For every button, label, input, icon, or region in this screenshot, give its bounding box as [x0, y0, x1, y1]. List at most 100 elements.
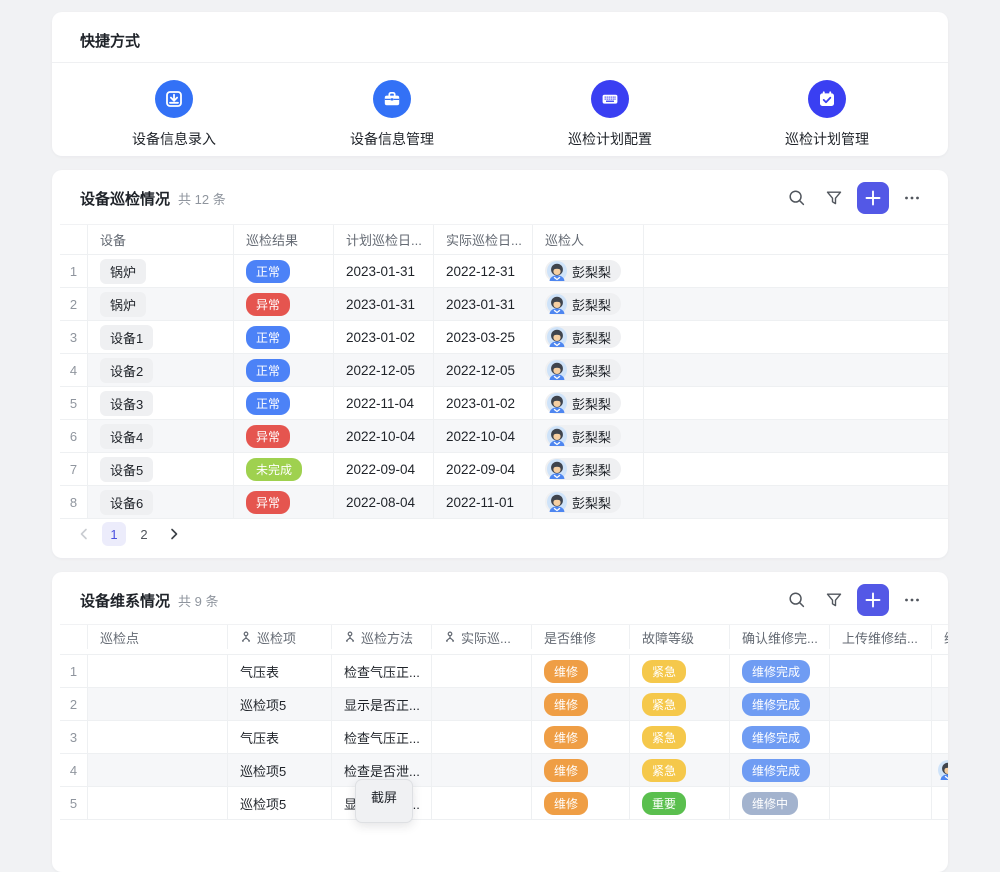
shortcut-4[interactable]: 巡检计划管理 — [757, 80, 897, 149]
row-number: 5 — [60, 787, 88, 819]
row-number: 1 — [60, 255, 88, 287]
column-header: 故障等级 — [630, 625, 730, 649]
row-number: 3 — [60, 721, 88, 753]
table-row[interactable]: 1锅炉正常2023-01-312022-12-31彭梨梨 — [60, 255, 948, 288]
table-row[interactable]: 8设备6异常2022-08-042022-11-01彭梨梨 — [60, 486, 948, 519]
row-number: 1 — [60, 655, 88, 687]
next-page-button[interactable] — [162, 522, 186, 546]
point-cell — [88, 721, 228, 753]
device-cell: 设备3 — [88, 387, 234, 419]
inspector-chip: 彭梨梨 — [545, 491, 621, 513]
planned-date-cell: 2022-09-04 — [334, 453, 434, 485]
maintainer-cell — [932, 754, 948, 786]
filler-cell — [644, 354, 948, 386]
inspection-card: 设备巡检情况 共 12 条 设备巡检结果计划巡检日...实际巡检日...巡检人1… — [52, 170, 948, 558]
device-cell: 锅炉 — [88, 288, 234, 320]
maintainer-cell — [932, 688, 948, 720]
avatar — [547, 426, 567, 446]
confirm-cell: 维修完成 — [730, 655, 830, 687]
actual-date-cell: 2022-12-05 — [434, 354, 533, 386]
table-row[interactable]: 4设备2正常2022-12-052022-12-05彭梨梨 — [60, 354, 948, 387]
search-icon[interactable] — [783, 184, 811, 212]
result-cell: 正常 — [234, 321, 334, 353]
shortcut-2[interactable]: 设备信息管理 — [322, 80, 462, 149]
table-row[interactable]: 3设备1正常2023-01-022023-03-25彭梨梨 — [60, 321, 948, 354]
level-pill: 紧急 — [642, 759, 686, 782]
page-button-1[interactable]: 1 — [102, 522, 126, 546]
confirm-cell: 维修中 — [730, 787, 830, 819]
item-cell: 气压表 — [228, 655, 332, 687]
row-number: 8 — [60, 486, 88, 518]
device-entry-icon — [155, 80, 193, 118]
row-number: 4 — [60, 354, 88, 386]
table-row[interactable]: 1气压表检查气压正...维修紧急维修完成 — [60, 655, 948, 688]
maintenance-title: 设备维系情况 — [80, 590, 170, 611]
device-tag: 锅炉 — [100, 259, 146, 284]
item-cell: 气压表 — [228, 721, 332, 753]
confirm-pill: 维修中 — [742, 792, 798, 815]
device-cell: 设备6 — [88, 486, 234, 518]
avatar — [547, 360, 567, 380]
more-icon[interactable] — [898, 184, 926, 212]
keyboard-icon — [591, 80, 629, 118]
avatar — [547, 393, 567, 413]
actual-date-cell: 2023-03-25 — [434, 321, 533, 353]
confirm-pill: 维修完成 — [742, 660, 810, 683]
add-record-button[interactable] — [857, 182, 889, 214]
result-cell: 正常 — [234, 354, 334, 386]
filler-header — [60, 649, 88, 654]
search-icon[interactable] — [783, 586, 811, 614]
level-pill: 紧急 — [642, 693, 686, 716]
table-row[interactable]: 6设备4异常2022-10-042022-10-04彭梨梨 — [60, 420, 948, 453]
column-header: 是否维修 — [532, 625, 630, 649]
planned-date-cell: 2023-01-31 — [334, 255, 434, 287]
result-cell: 异常 — [234, 420, 334, 452]
page-button-2[interactable]: 2 — [132, 522, 156, 546]
table-row[interactable]: 3气压表检查气压正...维修紧急维修完成 — [60, 721, 948, 754]
planned-date-cell: 2023-01-02 — [334, 321, 434, 353]
table-row[interactable]: 4巡检项5检查是否泄...维修紧急维修完成 — [60, 754, 948, 787]
row-number-header — [60, 225, 88, 254]
device-tag: 设备1 — [100, 325, 153, 350]
maintenance-controls — [783, 584, 926, 616]
point-cell — [88, 754, 228, 786]
device-cell: 设备1 — [88, 321, 234, 353]
maintainer-cell — [932, 721, 948, 753]
maintenance-header-row: 巡检点巡检项巡检方法实际巡...是否维修故障等级确认维修完...上传维修结...… — [60, 624, 948, 655]
row-number: 2 — [60, 288, 88, 320]
more-icon[interactable] — [898, 586, 926, 614]
filler-cell — [644, 420, 948, 452]
table-row[interactable]: 2巡检项5显示是否正...维修紧急维修完成 — [60, 688, 948, 721]
inspection-header-row: 设备巡检结果计划巡检日...实际巡检日...巡检人 — [60, 224, 948, 255]
inspector-chip: 彭梨梨 — [545, 392, 621, 414]
shortcut-1[interactable]: 设备信息录入 — [104, 80, 244, 149]
result-pill: 异常 — [246, 491, 290, 514]
column-header: 实际巡检日... — [434, 225, 533, 254]
inspector-cell: 彭梨梨 — [533, 321, 644, 353]
table-row[interactable]: 2锅炉异常2023-01-312023-01-31彭梨梨 — [60, 288, 948, 321]
inspector-cell: 彭梨梨 — [533, 453, 644, 485]
row-number: 7 — [60, 453, 88, 485]
filler-cell — [644, 321, 948, 353]
table-row[interactable]: 5巡检项5显示是否正...维修重要维修中 — [60, 787, 948, 820]
result-pill: 异常 — [246, 293, 290, 316]
repair-pill: 维修 — [544, 693, 588, 716]
filter-icon[interactable] — [820, 586, 848, 614]
inspector-cell: 彭梨梨 — [533, 288, 644, 320]
device-cell: 设备4 — [88, 420, 234, 452]
device-tag: 设备2 — [100, 358, 153, 383]
calendar-check-icon — [808, 80, 846, 118]
row-number: 4 — [60, 754, 88, 786]
planned-date-cell: 2022-08-04 — [334, 486, 434, 518]
actual-date-cell: 2022-12-31 — [434, 255, 533, 287]
shortcut-3[interactable]: 巡检计划配置 — [540, 80, 680, 149]
table-row[interactable]: 5设备3正常2022-11-042023-01-02彭梨梨 — [60, 387, 948, 420]
result-pill: 正常 — [246, 359, 290, 382]
table-row[interactable]: 7设备5未完成2022-09-042022-09-04彭梨梨 — [60, 453, 948, 486]
filter-icon[interactable] — [820, 184, 848, 212]
prev-page-button[interactable] — [72, 522, 96, 546]
shortcut-label: 巡检计划管理 — [757, 129, 897, 149]
column-header: 设备 — [88, 225, 234, 254]
column-header: 巡检点 — [88, 625, 228, 649]
add-record-button[interactable] — [857, 584, 889, 616]
